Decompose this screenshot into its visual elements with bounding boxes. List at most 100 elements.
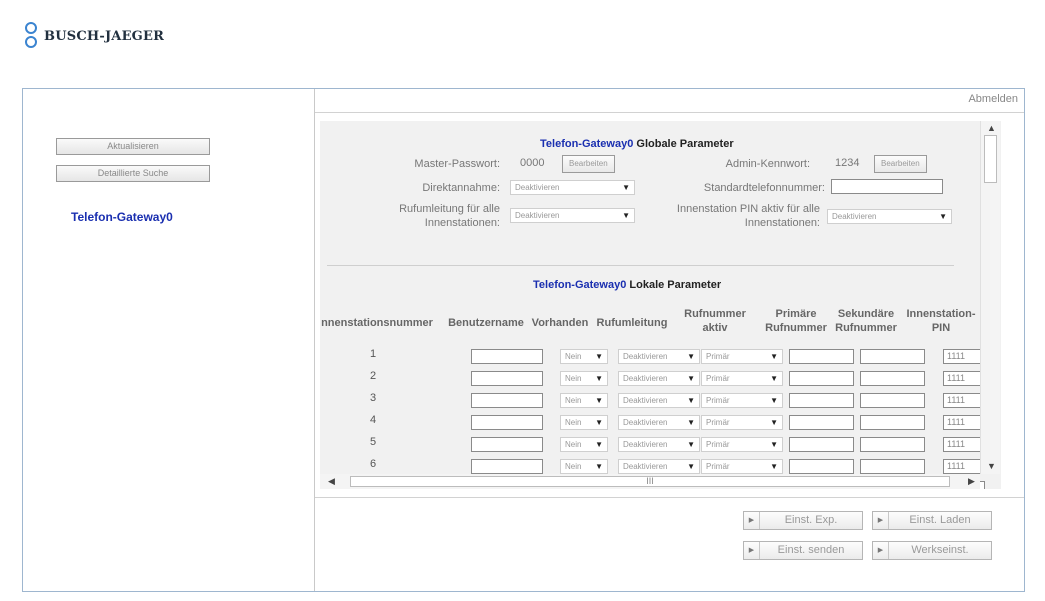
chevron-down-icon: ▼ — [770, 396, 778, 405]
main-frame: Aktualisieren Detaillierte Suche Telefon… — [22, 88, 1025, 592]
refresh-button[interactable]: Aktualisieren — [56, 138, 210, 155]
primary-number-input[interactable] — [789, 393, 854, 408]
secondary-number-input[interactable] — [860, 437, 925, 452]
chevron-down-icon: ▼ — [770, 374, 778, 383]
edit-master-password-button[interactable]: Bearbeiten — [562, 155, 615, 173]
call-forward-select[interactable]: Deaktivieren ▼ — [618, 349, 700, 364]
load-settings-button[interactable]: ▶ Einst. Laden — [872, 511, 992, 530]
chevron-down-icon: ▼ — [622, 211, 630, 220]
master-password-value: 0000 — [520, 157, 545, 169]
col-number-active: Rufnummer aktiv — [684, 308, 746, 334]
col-secondary-number: Sekundäre Rufnummer — [835, 308, 897, 334]
col-call-forward: Rufumleitung — [596, 317, 668, 329]
default-phone-label: Standardtelefonnummer: — [703, 182, 825, 194]
chevron-down-icon: ▼ — [595, 462, 603, 471]
col-username: Benutzername — [448, 317, 524, 329]
number-active-select[interactable]: Primär ▼ — [701, 415, 783, 430]
primary-number-input[interactable] — [789, 371, 854, 386]
scroll-down-icon[interactable]: ▼ — [987, 461, 996, 471]
secondary-number-input[interactable] — [860, 459, 925, 474]
chevron-down-icon: ▼ — [687, 440, 695, 449]
edit-admin-password-button[interactable]: Bearbeiten — [874, 155, 927, 173]
present-select[interactable]: Nein ▼ — [560, 371, 608, 386]
username-input[interactable] — [471, 393, 543, 408]
chevron-down-icon: ▼ — [595, 418, 603, 427]
station-pin-input[interactable]: 1111 — [943, 459, 985, 474]
station-number: 3 — [369, 392, 377, 404]
local-params-title: Telefon-Gateway0 Lokale Parameter — [533, 279, 722, 291]
number-active-select[interactable]: Primär ▼ — [701, 459, 783, 474]
factory-settings-button[interactable]: ▶ Werkseinst. — [872, 541, 992, 560]
col-station-pin: Innenstation- PIN — [906, 308, 976, 334]
brand-logo: BUSCH-JAEGER — [24, 22, 164, 50]
chevron-down-icon: ▼ — [687, 418, 695, 427]
station-pin-input[interactable]: 1111 — [943, 349, 985, 364]
divider — [315, 497, 1024, 498]
play-icon: ▶ — [873, 512, 889, 529]
call-forward-select[interactable]: Deaktivieren ▼ — [618, 437, 700, 452]
secondary-number-input[interactable] — [860, 349, 925, 364]
username-input[interactable] — [471, 459, 543, 474]
call-forward-select[interactable]: Deaktivieren ▼ — [618, 393, 700, 408]
present-select[interactable]: Nein ▼ — [560, 393, 608, 408]
chevron-down-icon: ▼ — [770, 352, 778, 361]
chevron-down-icon: ▼ — [595, 396, 603, 405]
station-number: 2 — [369, 370, 377, 382]
number-active-select[interactable]: Primär ▼ — [701, 349, 783, 364]
present-select[interactable]: Nein ▼ — [560, 415, 608, 430]
direct-answer-label: Direktannahme: — [422, 182, 500, 194]
scroll-right-icon[interactable]: ▶ — [968, 476, 975, 487]
number-active-select[interactable]: Primär ▼ — [701, 393, 783, 408]
send-settings-button[interactable]: ▶ Einst. senden — [743, 541, 863, 560]
primary-number-input[interactable] — [789, 437, 854, 452]
username-input[interactable] — [471, 349, 543, 364]
present-select[interactable]: Nein ▼ — [560, 437, 608, 452]
pin-active-all-select[interactable]: Deaktivieren ▼ — [827, 209, 952, 224]
horizontal-scrollbar[interactable]: ◀ III ▶ — [320, 474, 980, 489]
chevron-down-icon: ▼ — [770, 440, 778, 449]
scroll-up-icon[interactable]: ▲ — [987, 123, 996, 133]
chevron-down-icon: ▼ — [687, 462, 695, 471]
chevron-down-icon: ▼ — [622, 183, 630, 192]
username-input[interactable] — [471, 437, 543, 452]
vertical-scroll-thumb[interactable] — [984, 135, 997, 183]
primary-number-input[interactable] — [789, 459, 854, 474]
gateway-tree-link[interactable]: Telefon-Gateway0 — [71, 210, 173, 224]
station-pin-input[interactable]: 1111 — [943, 371, 985, 386]
number-active-select[interactable]: Primär ▼ — [701, 371, 783, 386]
station-number: 6 — [369, 458, 377, 470]
username-input[interactable] — [471, 371, 543, 386]
export-settings-button[interactable]: ▶ Einst. Exp. — [743, 511, 863, 530]
secondary-number-input[interactable] — [860, 371, 925, 386]
call-forward-select[interactable]: Deaktivieren ▼ — [618, 371, 700, 386]
station-pin-input[interactable]: 1111 — [943, 437, 985, 452]
primary-number-input[interactable] — [789, 349, 854, 364]
number-active-select[interactable]: Primär ▼ — [701, 437, 783, 452]
default-phone-input[interactable] — [831, 179, 943, 194]
station-number: 4 — [369, 414, 377, 426]
logout-link[interactable]: Abmelden — [968, 93, 1018, 105]
present-select[interactable]: Nein ▼ — [560, 459, 608, 474]
primary-number-input[interactable] — [789, 415, 854, 430]
master-password-label: Master-Passwort: — [414, 158, 500, 170]
horizontal-scroll-thumb[interactable]: III — [350, 476, 950, 487]
chevron-down-icon: ▼ — [939, 212, 947, 221]
advanced-search-button[interactable]: Detaillierte Suche — [56, 165, 210, 182]
scroll-left-icon[interactable]: ◀ — [328, 476, 335, 487]
vertical-scrollbar[interactable]: ▲ ▼ — [980, 121, 1000, 474]
station-pin-input[interactable]: 1111 — [943, 415, 985, 430]
direct-answer-select[interactable]: Deaktivieren ▼ — [510, 180, 635, 195]
call-forward-select[interactable]: Deaktivieren ▼ — [618, 415, 700, 430]
chevron-down-icon: ▼ — [595, 374, 603, 383]
secondary-number-input[interactable] — [860, 415, 925, 430]
station-pin-input[interactable]: 1111 — [943, 393, 985, 408]
call-forward-all-select[interactable]: Deaktivieren ▼ — [510, 208, 635, 223]
call-forward-select[interactable]: Deaktivieren ▼ — [618, 459, 700, 474]
secondary-number-input[interactable] — [860, 393, 925, 408]
header: BUSCH-JAEGER — [0, 0, 1045, 88]
present-select[interactable]: Nein ▼ — [560, 349, 608, 364]
username-input[interactable] — [471, 415, 543, 430]
station-number: 5 — [369, 436, 377, 448]
left-sidebar: Aktualisieren Detaillierte Suche Telefon… — [23, 89, 315, 591]
brand-name: BUSCH-JAEGER — [44, 28, 165, 44]
